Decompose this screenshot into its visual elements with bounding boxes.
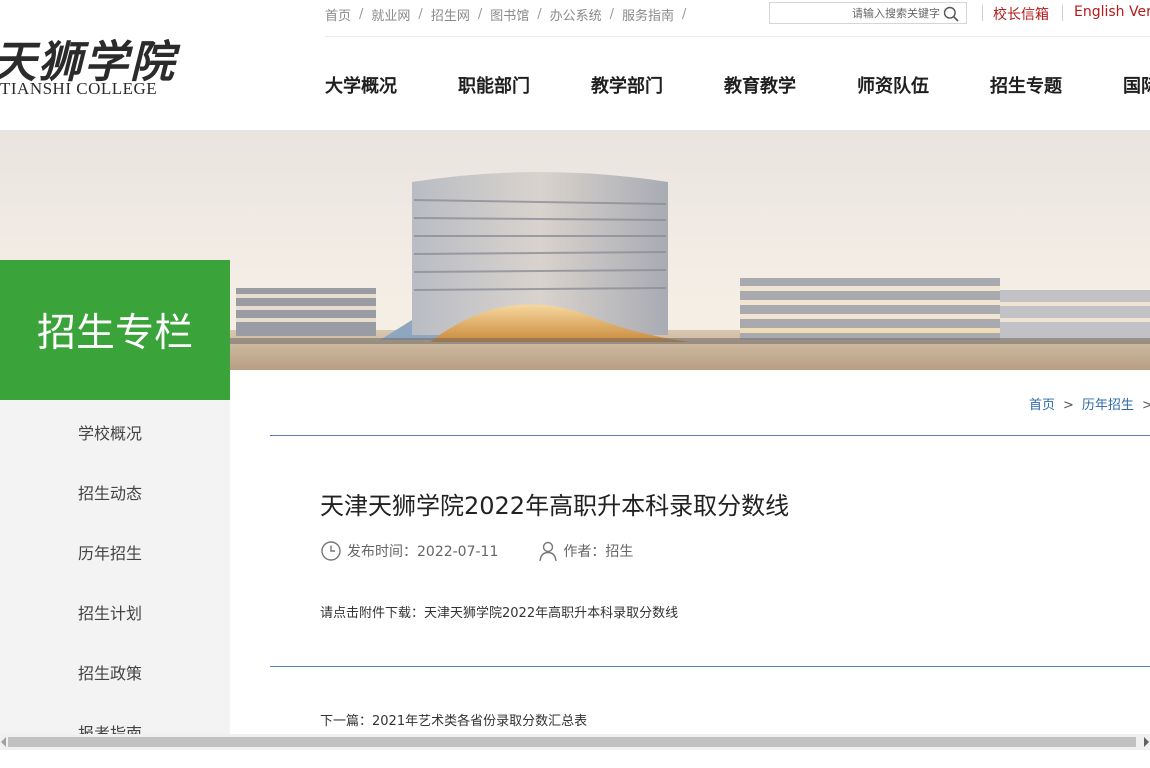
top-link-separator: / (477, 6, 483, 22)
nav-item-education[interactable]: 教育教学 (724, 72, 796, 98)
top-link-office[interactable]: 办公系统 (550, 5, 602, 24)
article-bottom-rule (270, 666, 1150, 667)
top-links: 首页 / 就业网 / 招生网 / 图书馆 / 办公系统 / 服务指南 / (325, 4, 694, 24)
publish-date: 发布时间：2022-07-11 (347, 544, 499, 560)
top-link-separator: / (359, 6, 364, 22)
clock-icon (321, 541, 341, 561)
nav-item-international[interactable]: 国际 (1123, 72, 1150, 98)
sidebar-menu: 学校概况 招生动态 历年招生 招生计划 招生政策 报考指南 (0, 400, 230, 750)
article-panel: 天津天狮学院2022年高职升本科录取分数线 发布时间：2022-07-11 作者… (270, 435, 1150, 750)
sidebar-item-school-overview[interactable]: 学校概况 (0, 400, 230, 460)
site-header: 天狮学院 TIANSHI COLLEGE 首页 / 就业网 / 招生网 / 图书馆 / … (0, 0, 1150, 130)
sidebar-item-admission-policy[interactable]: 招生政策 (0, 640, 230, 700)
scrollbar-thumb[interactable] (8, 737, 1136, 747)
article-author: 作者：招生 (563, 544, 634, 560)
logo-english[interactable]: TIANSHI COLLEGE (0, 79, 157, 99)
top-link-home[interactable]: 首页 (325, 5, 351, 24)
top-link-library[interactable]: 图书馆 (490, 5, 529, 24)
nav-item-faculty[interactable]: 师资队伍 (857, 72, 929, 98)
top-link-separator: / (537, 6, 542, 22)
main-nav: 大学概况 职能部门 教学部门 教育教学 师资队伍 招生专题 国际 (325, 72, 1150, 98)
top-link-separator: / (609, 6, 615, 22)
nav-item-departments[interactable]: 职能部门 (458, 72, 530, 98)
search-icon[interactable] (943, 6, 959, 22)
principal-mailbox-link[interactable]: 校长信箱 (993, 4, 1049, 24)
search-box (769, 2, 967, 24)
sidebar-item-past-admissions[interactable]: 历年招生 (0, 520, 230, 580)
top-link-service[interactable]: 服务指南 (622, 5, 674, 24)
sidebar-title: 招生专栏 (0, 260, 230, 400)
breadcrumb: 首页 > 历年招生 > (1029, 394, 1150, 413)
user-icon (539, 541, 558, 562)
scroll-left-arrow-icon[interactable] (1, 737, 6, 747)
article-meta: 发布时间：2022-07-11 作者：招生 (320, 540, 633, 562)
sidebar-item-admission-plan[interactable]: 招生计划 (0, 580, 230, 640)
top-link-separator: / (418, 6, 423, 22)
breadcrumb-separator: > (1063, 398, 1074, 413)
top-link-career[interactable]: 就业网 (371, 5, 410, 24)
nav-item-admissions[interactable]: 招生专题 (990, 72, 1062, 98)
breadcrumb-separator: > (1141, 398, 1150, 413)
search-input[interactable] (774, 4, 940, 22)
breadcrumb-home[interactable]: 首页 (1029, 398, 1055, 413)
horizontal-scrollbar[interactable] (0, 734, 1150, 750)
top-link-separator: / (682, 6, 687, 22)
divider (1062, 5, 1063, 21)
top-link-admissions[interactable]: 招生网 (431, 5, 470, 24)
next-article-link[interactable]: 下一篇：2021年艺术类各省份录取分数汇总表 (320, 710, 587, 729)
article-top-rule (270, 435, 1150, 436)
sidebar-item-admission-news[interactable]: 招生动态 (0, 460, 230, 520)
attachment-link[interactable]: 请点击附件下载：天津天狮学院2022年高职升本科录取分数线 (320, 602, 678, 621)
divider (982, 5, 983, 21)
header-divider (325, 36, 1150, 37)
english-version-link[interactable]: English Ver (1074, 4, 1150, 20)
scroll-right-arrow-icon[interactable] (1144, 737, 1149, 747)
nav-item-overview[interactable]: 大学概况 (325, 72, 397, 98)
nav-item-teaching-units[interactable]: 教学部门 (591, 72, 663, 98)
sidebar-item-application-guide[interactable]: 报考指南 (0, 700, 230, 760)
breadcrumb-past-admissions[interactable]: 历年招生 (1082, 398, 1134, 413)
article-title: 天津天狮学院2022年高职升本科录取分数线 (320, 492, 790, 520)
